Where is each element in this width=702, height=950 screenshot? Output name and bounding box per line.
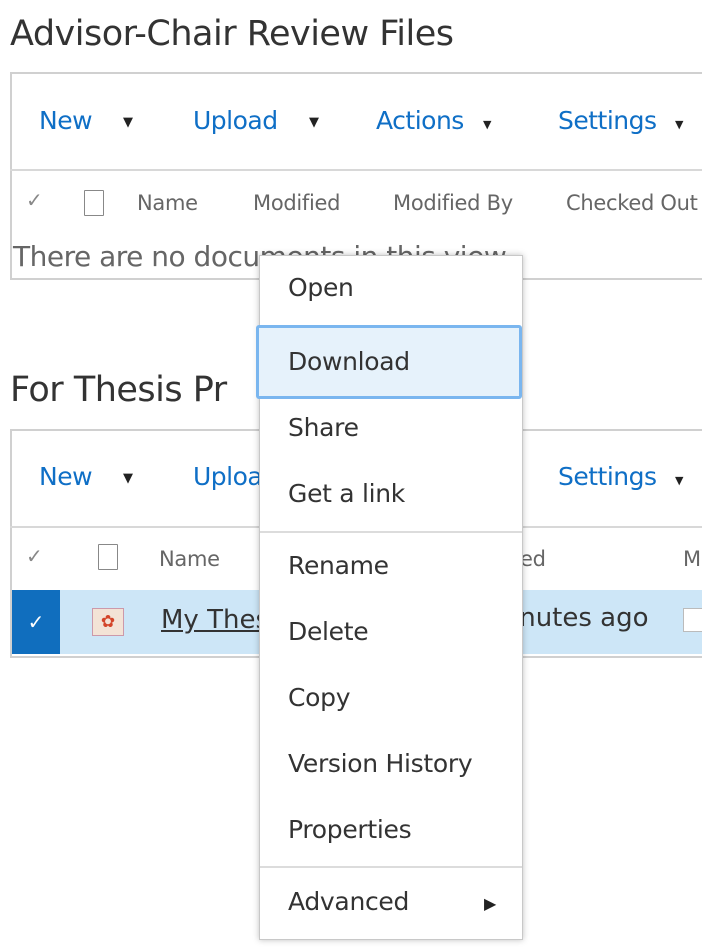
caret-down-icon[interactable]: ▼ bbox=[309, 115, 319, 130]
menu-separator bbox=[260, 866, 522, 868]
menu-item-download[interactable]: Download bbox=[288, 347, 410, 376]
row-checkbox-checked-icon[interactable]: ✓ bbox=[12, 590, 60, 654]
caret-down-icon[interactable]: ▼ bbox=[123, 115, 133, 130]
section-title: Advisor-Chair Review Files bbox=[10, 14, 454, 54]
column-m[interactable]: M bbox=[683, 547, 701, 571]
document-icon bbox=[84, 190, 104, 216]
caret-down-icon[interactable]: ▼ bbox=[675, 118, 683, 131]
upload-button[interactable]: Uploa bbox=[193, 462, 263, 491]
new-button[interactable]: New bbox=[39, 462, 93, 491]
select-all-checkmark-icon[interactable]: ✓ bbox=[26, 544, 43, 568]
column-name[interactable]: Name bbox=[137, 191, 198, 215]
upload-button[interactable]: Upload bbox=[193, 106, 278, 135]
menu-item-delete[interactable]: Delete bbox=[288, 617, 369, 646]
column-modified[interactable]: Modified bbox=[253, 191, 341, 215]
caret-down-icon[interactable]: ▼ bbox=[123, 471, 133, 486]
new-button[interactable]: New bbox=[39, 106, 93, 135]
column-modified[interactable]: ed bbox=[520, 547, 546, 571]
section-title: For Thesis Pr bbox=[10, 370, 227, 410]
modified-value: inutes ago bbox=[512, 603, 649, 633]
actions-button[interactable]: Actions bbox=[376, 106, 464, 135]
menu-item-rename[interactable]: Rename bbox=[288, 551, 389, 580]
menu-item-open[interactable]: Open bbox=[288, 273, 354, 302]
column-modified-by[interactable]: Modified By bbox=[393, 191, 513, 215]
select-all-checkmark-icon[interactable]: ✓ bbox=[26, 188, 43, 212]
column-name[interactable]: Name bbox=[159, 547, 220, 571]
document-icon bbox=[98, 544, 118, 570]
divider bbox=[10, 169, 702, 171]
checkbox[interactable] bbox=[683, 608, 702, 632]
settings-button[interactable]: Settings bbox=[558, 106, 657, 135]
menu-item-copy[interactable]: Copy bbox=[288, 683, 351, 712]
context-menu: Open Download Share Get a link Rename De… bbox=[256, 255, 523, 940]
caret-down-icon[interactable]: ▼ bbox=[483, 118, 491, 131]
menu-item-share[interactable]: Share bbox=[288, 413, 359, 442]
menu-item-version-history[interactable]: Version History bbox=[288, 749, 473, 778]
menu-separator bbox=[260, 531, 522, 533]
menu-item-properties[interactable]: Properties bbox=[288, 815, 412, 844]
file-name-link[interactable]: My Thes bbox=[161, 605, 269, 635]
caret-down-icon[interactable]: ▼ bbox=[675, 474, 683, 487]
menu-item-get-a-link[interactable]: Get a link bbox=[288, 479, 405, 508]
column-checked-out[interactable]: Checked Out bbox=[566, 191, 698, 215]
submenu-arrow-icon: ▶ bbox=[484, 894, 497, 913]
menu-item-advanced[interactable]: Advanced bbox=[288, 887, 409, 916]
settings-button[interactable]: Settings bbox=[558, 462, 657, 491]
image-file-icon: ✿ bbox=[92, 608, 124, 636]
